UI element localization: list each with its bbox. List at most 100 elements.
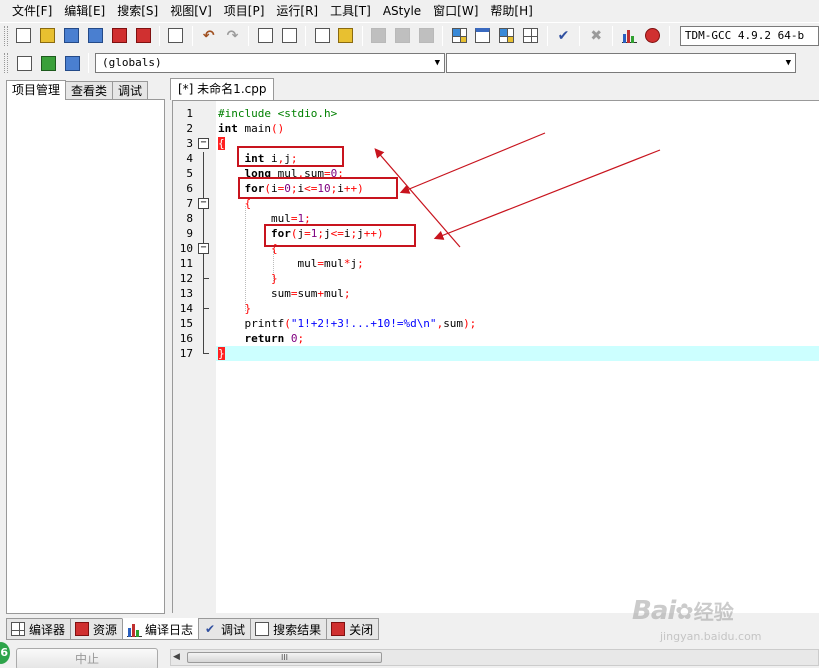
save-button[interactable] (61, 25, 83, 47)
forward-button[interactable] (392, 25, 414, 47)
check-syntax-button[interactable]: ✔ (553, 25, 575, 47)
code-text: } (218, 347, 225, 360)
tab-close[interactable]: 关闭 (326, 618, 380, 640)
horizontal-scrollbar[interactable]: ◀ III (170, 649, 819, 666)
watermark-brand-cn: 经验 (693, 600, 734, 624)
paw-icon: ✿ (675, 600, 694, 625)
fold-minus-icon[interactable]: − (198, 138, 209, 149)
tab-resources[interactable]: 资源 (70, 618, 124, 640)
print-button[interactable] (165, 25, 187, 47)
members-combo[interactable]: ▼ (446, 53, 796, 73)
project-options-button[interactable] (61, 52, 83, 74)
undo-icon: ↶ (202, 27, 215, 44)
tab-project-manager[interactable]: 项目管理 (6, 80, 67, 100)
undo-button[interactable]: ↶ (198, 25, 220, 47)
code-line: 2 int main() (173, 121, 819, 136)
indent-button[interactable] (335, 25, 357, 47)
menu-item[interactable]: 编辑[E] (58, 0, 111, 22)
menu-item[interactable]: AStyle (377, 0, 427, 22)
code-text: } (244, 302, 252, 315)
new-file-button[interactable] (13, 25, 35, 47)
menu-item[interactable]: 运行[R] (270, 0, 324, 22)
line-number: 17 (179, 347, 193, 360)
window-button[interactable] (472, 25, 494, 47)
toolbar-separator (248, 25, 250, 46)
menu-item[interactable]: 帮助[H] (484, 0, 538, 22)
code-line: 14 } (173, 301, 819, 316)
scroll-left-icon[interactable]: ◀ (173, 650, 180, 665)
close-all-button[interactable] (132, 25, 154, 47)
left-tab-bar: 项目管理 查看类 调试 (6, 80, 166, 100)
menu-item[interactable]: 工具[T] (324, 0, 377, 22)
toolbar-separator (546, 25, 548, 46)
open-file-button[interactable] (37, 25, 59, 47)
tab-compiler[interactable]: 编译器 (6, 618, 72, 640)
tab-search-results[interactable]: 搜索结果 (250, 618, 328, 640)
add-icon (40, 55, 56, 71)
find-button[interactable] (254, 25, 276, 47)
insert-button[interactable] (13, 52, 35, 74)
back-icon (371, 28, 387, 43)
annotation-box (264, 224, 416, 247)
tab-class-browser[interactable]: 查看类 (65, 81, 114, 100)
scope-combo-value: (globals) (102, 56, 162, 69)
open-file-icon (40, 28, 56, 43)
fold-end-tick (203, 308, 209, 309)
profile-button[interactable] (618, 25, 640, 47)
add-to-project-button[interactable] (37, 52, 59, 74)
layout-grid-button[interactable] (448, 25, 470, 47)
code-text: return 0; (244, 332, 305, 345)
line-number: 8 (186, 212, 193, 225)
scroll-thumb[interactable]: III (187, 652, 382, 663)
stop-button[interactable]: 中止 (16, 648, 158, 668)
code-line: 12 } (173, 271, 819, 286)
line-number: 10 (179, 242, 193, 255)
cross-icon: ✖ (590, 27, 603, 44)
menu-item[interactable]: 搜索[S] (111, 0, 164, 22)
toolbar-grip[interactable] (4, 25, 8, 46)
replace-button[interactable] (278, 25, 300, 47)
goto-line-button[interactable] (311, 25, 333, 47)
toolbar-separator (361, 25, 363, 46)
fold-minus-icon[interactable]: − (198, 243, 209, 254)
menu-item[interactable]: 视图[V] (164, 0, 218, 22)
grid-button[interactable] (520, 25, 542, 47)
code-line: 13 sum=sum+mul; (173, 286, 819, 301)
close-file-icon (111, 28, 127, 43)
tab-debug-output[interactable]: ✔ 调试 (198, 618, 252, 640)
line-number: 7 (186, 197, 193, 210)
chevron-down-icon: ▼ (785, 58, 791, 68)
tiles-button[interactable] (496, 25, 518, 47)
tab-debug[interactable]: 调试 (112, 81, 149, 100)
line-number: 15 (179, 317, 193, 330)
tab-compile-log[interactable]: 编译日志 (122, 618, 200, 640)
save-all-icon (87, 28, 103, 43)
tab-untitled-cpp[interactable]: [*] 未命名1.cpp (170, 78, 275, 100)
stop-compile-button[interactable]: ✖ (585, 25, 607, 47)
redo-button[interactable]: ↷ (222, 25, 244, 47)
line-number: 11 (179, 257, 193, 270)
menu-item[interactable]: 项目[P] (218, 0, 271, 22)
toolbar-separator (158, 25, 160, 46)
back-button[interactable] (368, 25, 390, 47)
code-text: int main() (218, 122, 285, 135)
project-tree[interactable] (6, 99, 165, 614)
menu-item[interactable]: 窗口[W] (427, 0, 484, 22)
debug-button[interactable] (642, 25, 664, 47)
redo-icon: ↷ (226, 27, 239, 44)
scope-combo[interactable]: (globals) ▼ (95, 53, 445, 73)
code-text: printf("1!+2!+3!...+10!=%d\n",sum); (218, 317, 477, 330)
left-panel: 项目管理 查看类 调试 (6, 80, 166, 615)
fold-minus-icon[interactable]: − (198, 198, 209, 209)
compiler-select[interactable]: TDM-GCC 4.9.2 64-b (679, 25, 819, 46)
toolbar-grip[interactable] (4, 53, 8, 73)
editor-tab-bar: [*] 未命名1.cpp (170, 78, 275, 100)
line-number: 9 (186, 227, 193, 240)
save-all-button[interactable] (84, 25, 106, 47)
bookmark-button[interactable] (415, 25, 437, 47)
code-line: 16 return 0; (173, 331, 819, 346)
menu-item[interactable]: 文件[F] (6, 0, 58, 22)
close-file-button[interactable] (108, 25, 130, 47)
class-toolbar: (globals) ▼ ▼ (0, 50, 819, 76)
tab-resources-label: 资源 (93, 622, 118, 637)
